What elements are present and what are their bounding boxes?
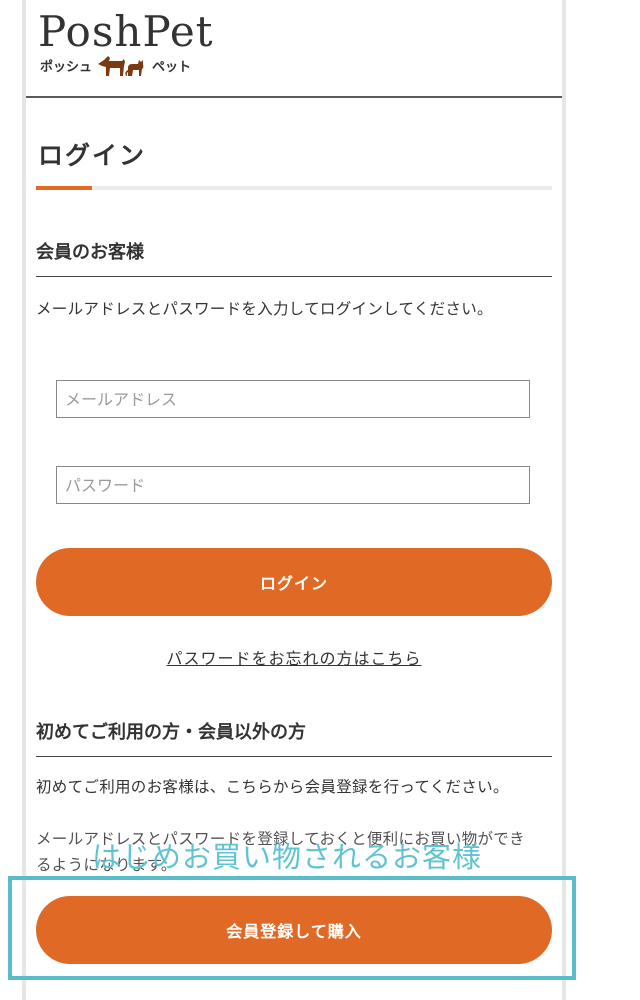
guest-section-heading: 初めてご利用の方・会員以外の方 xyxy=(36,718,552,757)
logo-sub-left: ポッシュ xyxy=(40,59,93,75)
page-title: ログイン xyxy=(38,141,147,170)
site-header: PoshPet ポッシュ ペット xyxy=(26,0,562,98)
member-description: メールアドレスとパスワードを入力してログインしてください。 xyxy=(36,300,493,318)
logo-text: PoshPet xyxy=(38,7,214,56)
dog-cat-icon xyxy=(98,56,144,76)
title-underline-accent xyxy=(36,186,92,190)
member-section-heading: 会員のお客様 xyxy=(36,238,552,277)
login-button[interactable]: ログイン xyxy=(36,548,552,616)
annotation-highlight-box xyxy=(8,876,576,980)
guest-description-1: 初めてご利用のお客様は、こちらから会員登録を行ってください。 xyxy=(36,778,509,796)
title-underline xyxy=(36,186,552,190)
forgot-password-link[interactable]: パスワードをお忘れの方はこちら xyxy=(166,649,421,668)
email-field[interactable] xyxy=(56,380,530,418)
forgot-password-link-row: パスワードをお忘れの方はこちら xyxy=(26,645,562,669)
logo[interactable]: PoshPet ポッシュ ペット xyxy=(38,6,214,78)
annotation-caption: はじめお買い物されるお客様 xyxy=(92,840,483,874)
logo-sub-right: ペット xyxy=(152,59,192,75)
logo-subtitle: ポッシュ ペット xyxy=(40,52,214,78)
password-field[interactable] xyxy=(56,466,530,504)
